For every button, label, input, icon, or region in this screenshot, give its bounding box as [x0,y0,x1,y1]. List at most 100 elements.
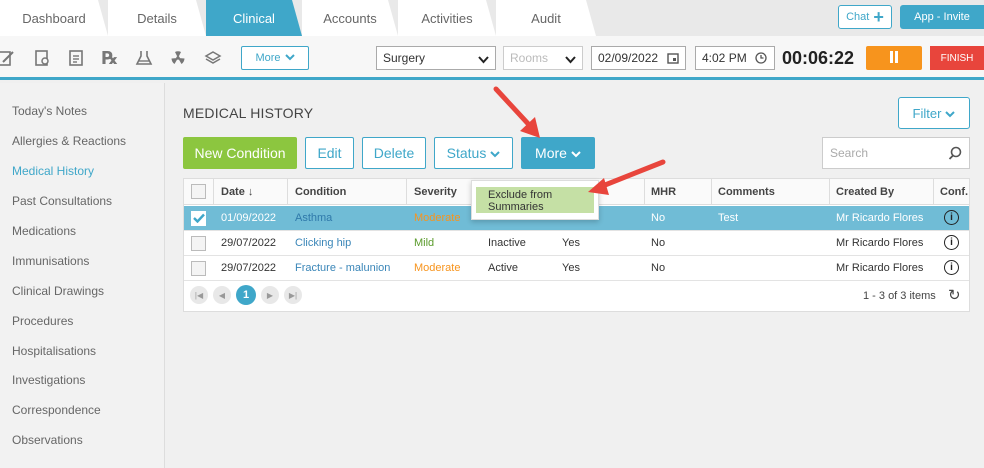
row-date: 29/07/2022 [221,262,277,274]
last-page-icon[interactable]: ▶| [284,286,302,304]
report-icon[interactable] [66,48,86,68]
sidebar-item-observations[interactable]: Observations [12,433,83,447]
column-date-label: Date [221,186,245,198]
prescription-doc-icon[interactable] [32,48,52,68]
tab-clinical[interactable]: Clinical [206,0,302,36]
plus-icon: + [873,7,884,27]
toolbar-more-button[interactable]: More [241,46,309,70]
sidebar-item-investigations[interactable]: Investigations [12,373,85,387]
filter-label: Filter [912,105,942,121]
sidebar-item-hospitalisations[interactable]: Hospitalisations [12,344,96,358]
new-condition-button[interactable]: New Condition [183,137,297,169]
column-severity[interactable]: Severity [414,186,457,198]
search-icon[interactable] [948,146,962,163]
sidebar-item-allergies[interactable]: Allergies & Reactions [12,134,126,148]
row-checkbox[interactable] [191,211,206,226]
refresh-icon[interactable]: ↻ [948,286,961,304]
sidebar-item-correspondence[interactable]: Correspondence [12,403,101,417]
radiation-icon[interactable] [168,48,188,68]
pause-button[interactable] [866,46,922,70]
pause-icon [889,50,899,66]
info-icon[interactable]: i [944,210,959,225]
date-field[interactable]: 02/09/2022 [591,46,686,70]
more-button[interactable]: More [521,137,595,169]
row-condition-link[interactable]: Asthma [295,212,332,224]
row-comments: Test [718,212,739,224]
row-checkbox[interactable] [191,236,206,251]
row-active-flag: Yes [562,237,580,249]
more-label: More [535,145,567,161]
new-condition-label: New Condition [194,145,286,161]
consultation-timer: 00:06:22 [782,48,855,68]
tab-accounts[interactable]: Accounts [302,0,398,36]
rooms-select[interactable]: Rooms [503,46,583,70]
row-created-by: Mr Ricardo Flores [836,237,924,249]
search-placeholder: Search [830,146,869,160]
app-invite-label: App - Invite [914,11,970,23]
table-row[interactable]: 29/07/2022 Clicking hip Mild Inactive Ye… [184,231,969,256]
app-invite-button[interactable]: App - Invite [900,5,984,29]
column-created-by[interactable]: Created By [836,186,894,198]
first-page-icon[interactable]: |◀ [190,286,208,304]
sort-down-icon: ↓ [247,186,254,198]
sidebar-item-past-consultations[interactable]: Past Consultations [12,194,112,208]
rx-icon[interactable]: ℞ [100,48,120,68]
delete-label: Delete [373,145,415,161]
clock-icon[interactable] [755,52,767,67]
info-icon[interactable]: i [944,235,959,250]
page-number-current[interactable]: 1 [236,285,256,305]
tab-activities[interactable]: Activities [398,0,496,36]
row-date: 29/07/2022 [221,237,277,249]
chat-label: Chat [846,11,870,23]
row-checkbox[interactable] [191,261,206,276]
filter-button[interactable]: Filter [898,97,970,129]
finish-button[interactable]: FINISH [930,46,984,70]
next-page-icon[interactable]: ▶ [261,286,279,304]
clinical-toolbar: ℞ More Surgery Rooms 02/09/2022 4:02 PM … [0,36,984,80]
date-value: 02/09/2022 [598,51,659,65]
column-condition[interactable]: Condition [295,186,346,198]
time-field[interactable]: 4:02 PM [695,46,775,70]
sidebar-item-medications[interactable]: Medications [12,224,76,238]
row-condition-link[interactable]: Fracture - malunion [295,262,390,274]
sidebar-item-medical-history[interactable]: Medical History [12,164,94,178]
lab-flask-icon[interactable] [134,48,154,68]
sidebar-item-immunisations[interactable]: Immunisations [12,254,89,268]
sidebar-item-clinical-drawings[interactable]: Clinical Drawings [12,284,104,298]
chevron-down-icon [565,53,576,67]
select-all-checkbox[interactable] [191,184,206,199]
delete-button[interactable]: Delete [362,137,426,169]
row-severity: Moderate [414,262,461,274]
column-conf[interactable]: Conf. [940,186,968,198]
top-tab-bar: Dashboard Details Clinical Accounts Acti… [0,0,984,36]
row-condition-link[interactable]: Clicking hip [295,237,351,249]
layers-icon[interactable] [203,48,223,68]
notes-icon[interactable] [0,48,16,68]
status-button[interactable]: Status [434,137,513,169]
sidebar-item-todays-notes[interactable]: Today's Notes [12,104,87,118]
check-icon [192,211,205,226]
sidebar-item-procedures[interactable]: Procedures [12,314,73,328]
search-input[interactable]: Search [822,137,970,169]
column-mhr[interactable]: MHR [651,186,676,198]
location-select[interactable]: Surgery [376,46,496,70]
calendar-icon[interactable] [667,52,679,67]
menu-item-exclude-from-summaries[interactable]: Exclude from Summaries [476,187,594,213]
prev-page-icon[interactable]: ◀ [213,286,231,304]
tab-dashboard[interactable]: Dashboard [0,0,108,36]
table-row[interactable]: 29/07/2022 Fracture - malunion Moderate … [184,256,969,281]
info-icon[interactable]: i [944,260,959,275]
pager-info: 1 - 3 of 3 items [863,290,936,302]
chevron-down-icon [284,52,295,64]
tab-details[interactable]: Details [108,0,206,36]
row-created-by: Mr Ricardo Flores [836,212,924,224]
column-comments[interactable]: Comments [718,186,775,198]
location-value: Surgery [383,51,426,65]
rooms-placeholder: Rooms [510,51,549,65]
page-title: MEDICAL HISTORY [183,105,314,121]
edit-button[interactable]: Edit [305,137,354,169]
column-date[interactable]: Date ↓ [221,186,253,198]
tab-audit[interactable]: Audit [496,0,596,36]
more-label: More [255,52,281,64]
chat-button[interactable]: Chat + [838,5,892,29]
